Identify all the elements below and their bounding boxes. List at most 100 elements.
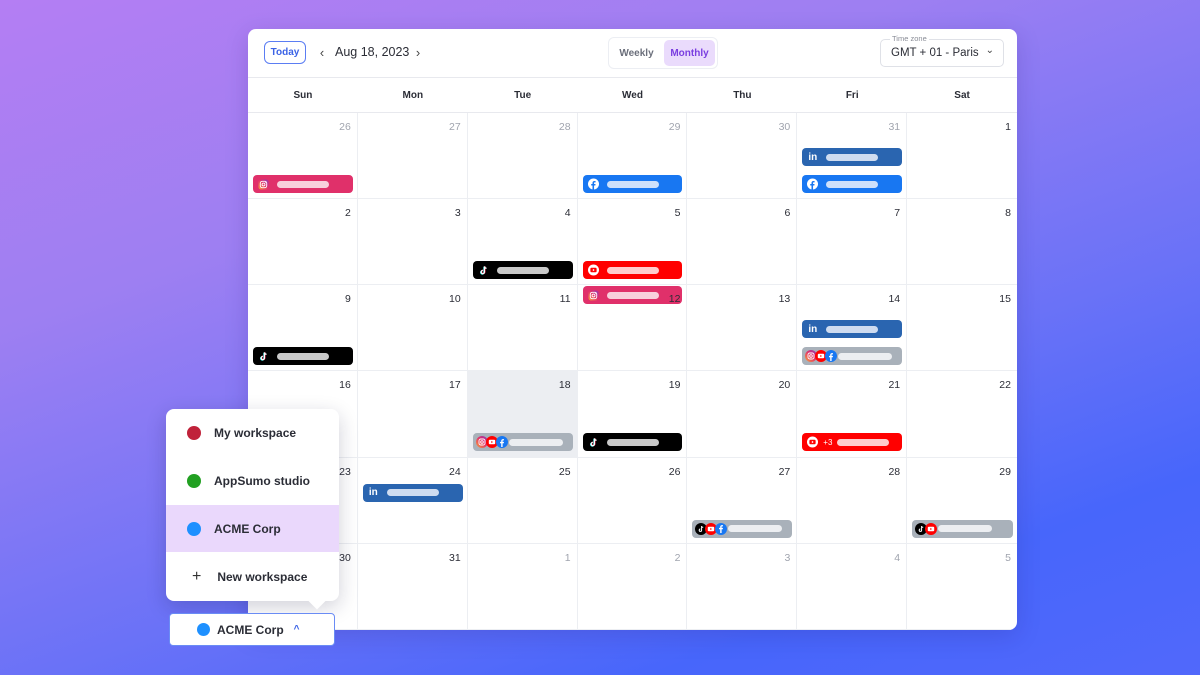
day-number: 30 [778, 121, 791, 133]
day-number: 4 [564, 207, 571, 220]
day-cell[interactable]: 22 [907, 371, 1017, 458]
day-number: 27 [778, 465, 791, 478]
tiktok-post[interactable] [582, 433, 683, 452]
facebook-icon [587, 178, 599, 190]
youtube-icon [925, 522, 938, 535]
day-cell[interactable]: 27 [357, 113, 468, 200]
day-cell[interactable]: 14 in [797, 285, 908, 372]
new-workspace-button[interactable]: + New workspace [166, 553, 339, 600]
post-title-placeholder [826, 153, 879, 161]
month-grid: 26 27 28 29 30 31 in 1 2 3 4 5 6 7 8 9 10 11 12 13 14 in 15 16 1… [248, 113, 1017, 630]
timezone-select[interactable]: Time zone GMT + 01 - Paris ⌄ [880, 34, 1004, 67]
post-title-placeholder [826, 325, 879, 333]
multi-platform-post[interactable] [472, 433, 573, 452]
day-cell[interactable]: 8 [907, 199, 1017, 286]
day-cell[interactable]: 21 +3 [797, 371, 908, 458]
facebook-icon [807, 178, 819, 190]
facebook-post[interactable] [582, 175, 683, 193]
tiktok-post[interactable] [253, 347, 353, 366]
day-cell[interactable]: 30 [687, 113, 798, 200]
post-title-placeholder [496, 266, 549, 274]
tiktok-post[interactable] [472, 261, 573, 280]
day-cell[interactable]: 1 [467, 543, 578, 630]
multi-platform-post[interactable] [802, 347, 903, 366]
day-number: 11 [559, 293, 571, 306]
day-cell[interactable]: 15 [907, 285, 1017, 372]
day-cell[interactable]: 2 [577, 543, 688, 630]
day-cell[interactable]: 5 [907, 544, 1017, 630]
facebook-post[interactable] [802, 175, 903, 193]
day-cell[interactable]: 10 [357, 285, 468, 372]
chevron-down-icon: ⌄ [985, 45, 994, 56]
multi-platform-post[interactable] [912, 519, 1013, 538]
day-number: 16 [339, 379, 351, 392]
day-cell[interactable]: 29 [907, 458, 1017, 544]
day-cell[interactable]: 28 [467, 113, 578, 200]
chevron-up-icon: ^ [293, 624, 300, 635]
post-title-placeholder [938, 525, 993, 533]
day-cell[interactable]: 19 [577, 371, 688, 458]
day-cell[interactable]: 31 in [797, 113, 908, 200]
day-cell[interactable]: 24 in [357, 457, 468, 544]
day-number: 10 [449, 293, 461, 306]
day-cell[interactable]: 26 [577, 457, 688, 544]
day-cell[interactable]: 2 [248, 199, 358, 286]
day-cell[interactable]: 7 [797, 199, 908, 286]
day-cell[interactable]: 26 [248, 113, 358, 200]
post-title-placeholder [508, 438, 563, 446]
workspace-item-my-workspace[interactable]: My workspace [166, 409, 339, 456]
day-cell[interactable]: 27 [687, 457, 798, 544]
workspace-item-appsumo-studio[interactable]: AppSumo studio [166, 457, 339, 504]
multi-platform-post[interactable] [692, 519, 793, 538]
day-cell[interactable]: 18 [467, 371, 578, 458]
day-cell[interactable]: 5 [577, 199, 688, 305]
workspace-color-dot [197, 623, 210, 636]
day-cell[interactable]: 9 [248, 285, 358, 372]
youtube-post[interactable]: +3 [802, 433, 903, 452]
day-number: 29 [999, 465, 1011, 478]
day-cell[interactable]: 3 [687, 543, 798, 630]
day-number: 21 [888, 379, 901, 392]
instagram-icon [258, 178, 269, 190]
today-button[interactable]: Today [264, 41, 306, 64]
workspace-item-acme-corp[interactable]: ACME Corp [166, 505, 339, 552]
post-title-placeholder [277, 352, 329, 360]
day-cell[interactable]: 25 [467, 457, 578, 544]
chevron-right-icon[interactable]: › [411, 43, 425, 61]
tab-weekly[interactable]: Weekly [611, 40, 662, 66]
day-cell[interactable]: 17 [357, 371, 468, 458]
day-cell[interactable]: 6 [687, 199, 798, 286]
day-number: 7 [894, 207, 901, 220]
day-number: 3 [454, 207, 461, 220]
day-number: 5 [1005, 551, 1011, 564]
workspace-switcher-button[interactable]: ACME Corp ^ [169, 613, 335, 646]
day-number: 6 [784, 207, 791, 220]
day-cell[interactable]: 4 [467, 199, 578, 286]
day-cell[interactable]: 3 [357, 199, 468, 286]
post-title-placeholder [277, 180, 329, 188]
day-cell[interactable]: 28 [797, 457, 908, 544]
day-cell[interactable]: 20 [687, 371, 798, 458]
day-cell[interactable]: 11 [467, 285, 578, 372]
day-cell[interactable]: 12 [577, 285, 688, 372]
chevron-left-icon[interactable]: ‹ [315, 43, 329, 61]
tab-monthly[interactable]: Monthly [664, 40, 715, 66]
post-title-placeholder [606, 266, 659, 274]
day-number: 1 [564, 551, 571, 564]
day-cell[interactable]: 4 [797, 543, 908, 630]
day-number: 24 [449, 465, 461, 478]
weekday-thu: Thu [733, 89, 752, 101]
linkedin-post[interactable]: in [362, 483, 463, 502]
weekday-fri: Fri [845, 89, 859, 101]
day-cell[interactable]: 1 [907, 113, 1017, 200]
day-cell[interactable]: 13 [687, 285, 798, 372]
tiktok-icon [258, 351, 269, 362]
view-toggle: Weekly Monthly [608, 37, 718, 69]
linkedin-post[interactable]: in [802, 320, 903, 339]
youtube-post[interactable] [582, 261, 683, 280]
instagram-post[interactable] [253, 175, 353, 193]
day-cell[interactable]: 29 [577, 113, 688, 200]
day-cell[interactable]: 31 [357, 543, 468, 630]
timezone-value: GMT + 01 - Paris [891, 47, 979, 59]
linkedin-post[interactable]: in [802, 148, 903, 166]
